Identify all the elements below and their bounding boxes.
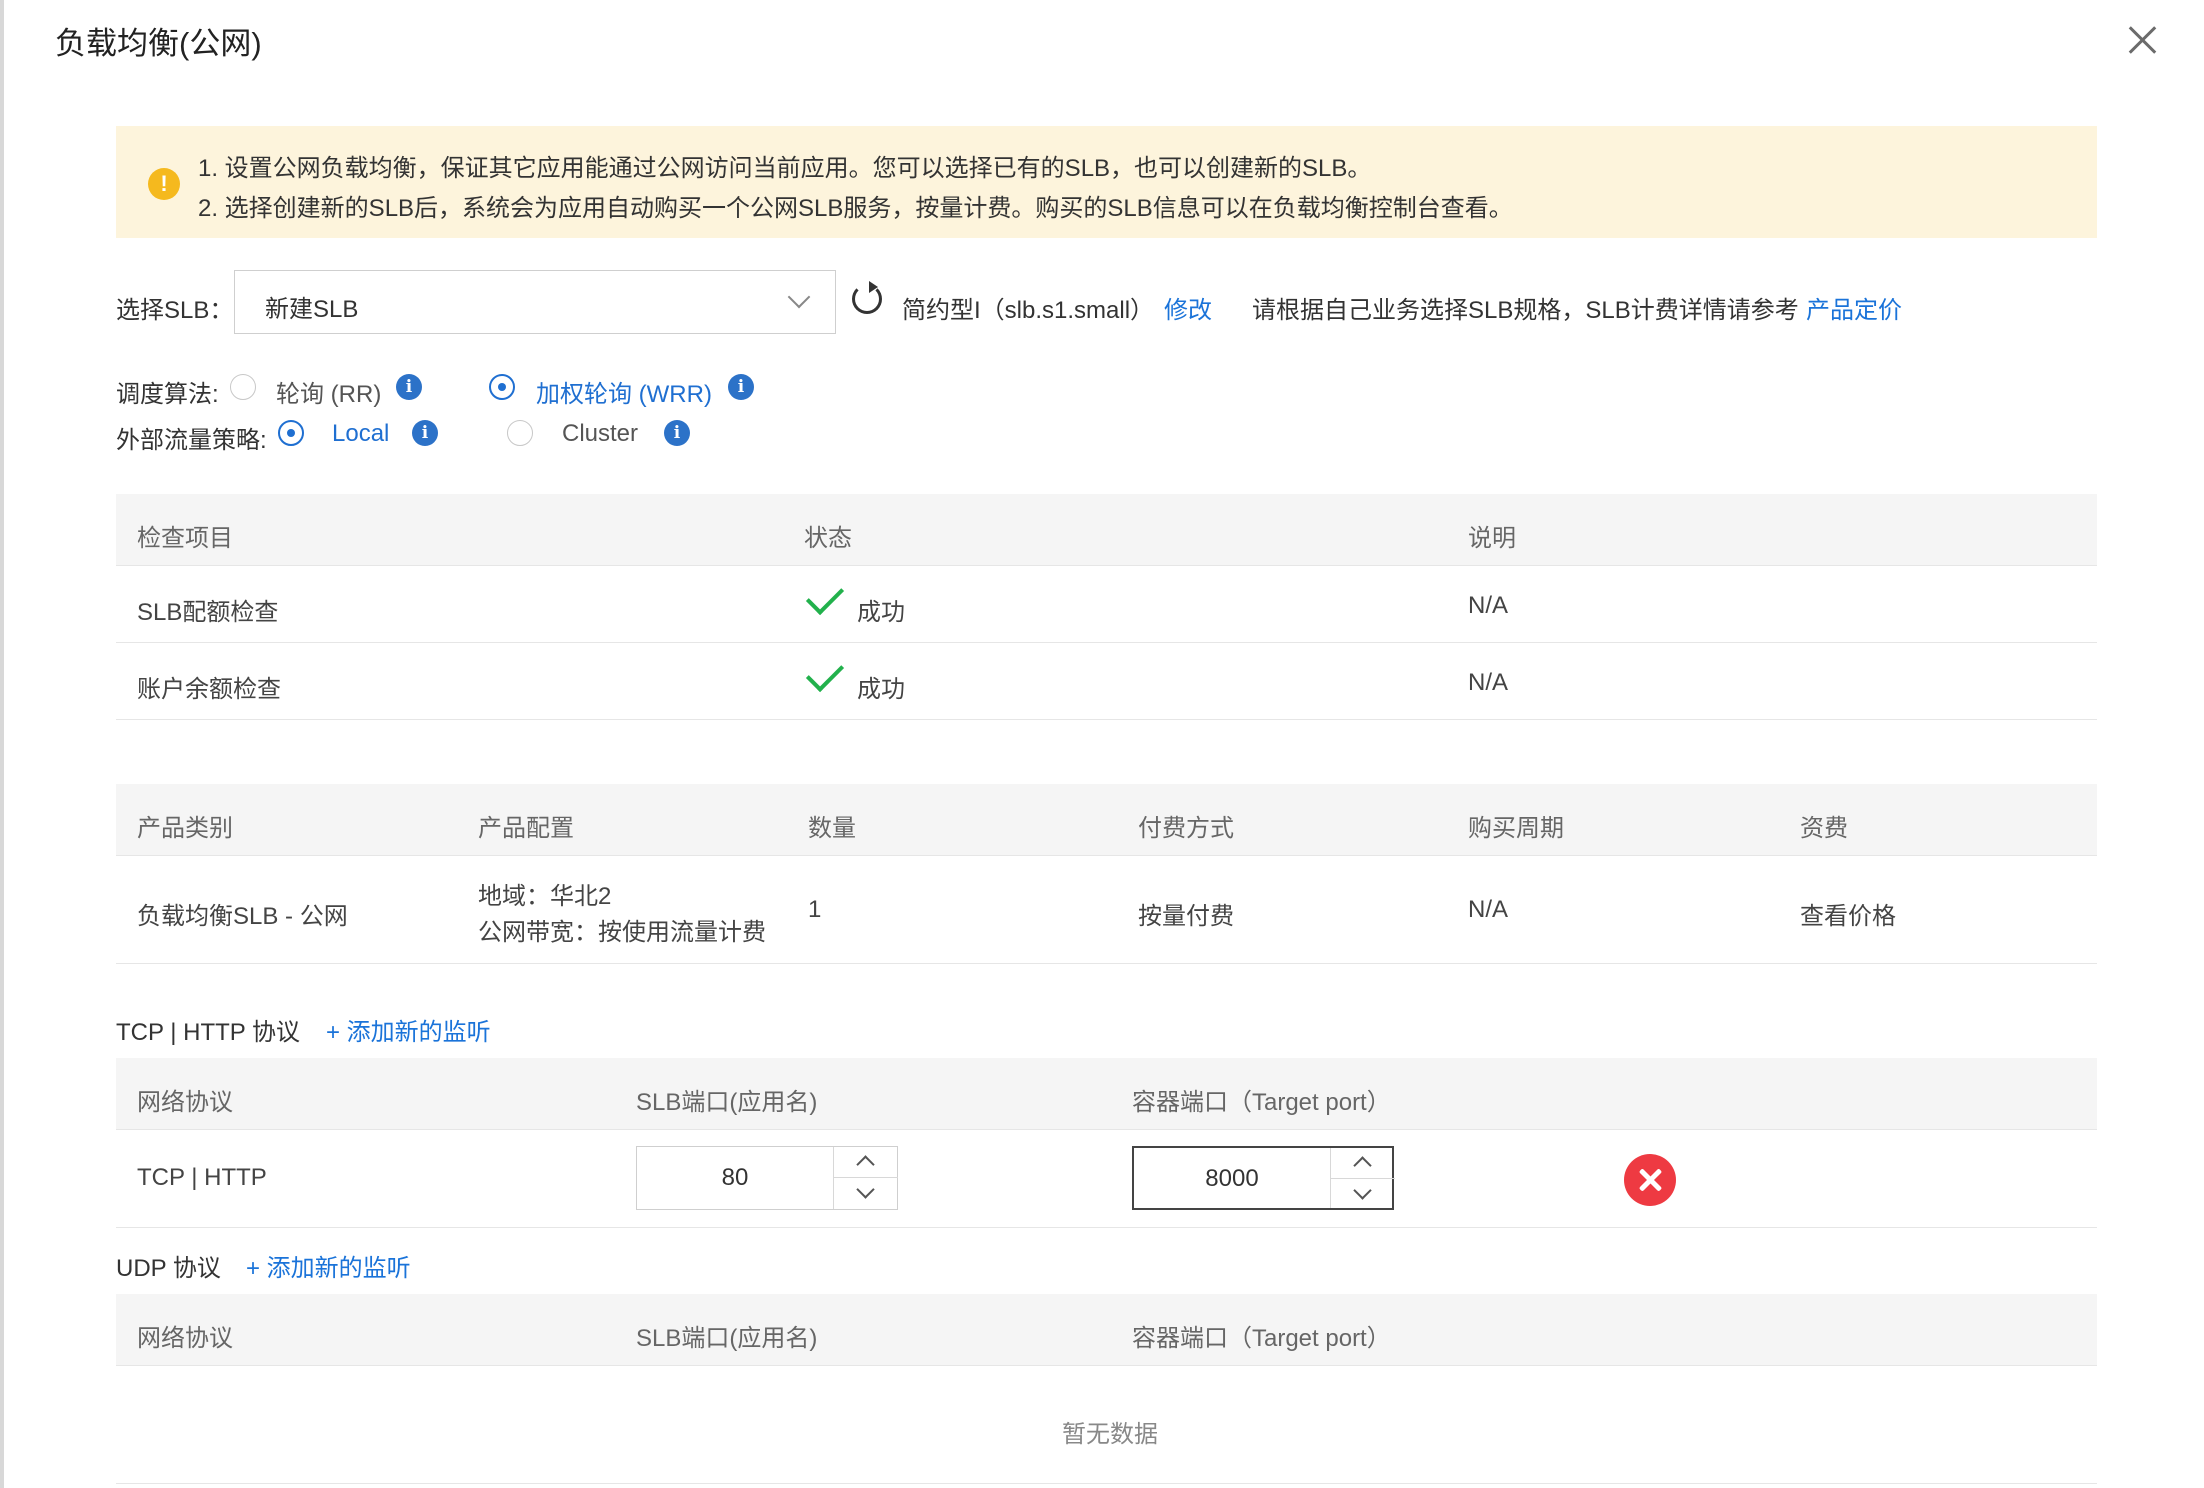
radio-rr-label: 轮询 (RR) xyxy=(276,381,382,408)
slb-select[interactable]: 新建SLB xyxy=(234,270,836,334)
check-item: SLB配额检查 xyxy=(137,599,279,626)
table-row: SLB配额检查 成功 N/A xyxy=(116,566,2097,643)
window-edge xyxy=(0,0,4,1488)
slb-port-stepper[interactable]: 80 xyxy=(636,1146,898,1210)
check-table: 检查项目 状态 说明 SLB配额检查 成功 N/A 账户余额检查 成功 N/A xyxy=(116,494,2097,720)
column-header: 检查项目 xyxy=(137,525,233,552)
check-note: N/A xyxy=(1468,592,1509,619)
column-header: 产品类别 xyxy=(137,815,233,842)
slb-select-label: 选择SLB： xyxy=(116,297,234,324)
column-header: SLB端口(应用名) xyxy=(636,1325,818,1352)
product-config-region: 地域：华北2 xyxy=(478,883,612,910)
product-quantity: 1 xyxy=(808,896,822,923)
pricing-link[interactable]: 产品定价 xyxy=(1806,290,1902,325)
notice-banner: ! 1. 设置公网负载均衡，保证其它应用能通过公网访问当前应用。您可以选择已有的… xyxy=(116,126,2097,238)
listener-protocol: TCP | HTTP xyxy=(137,1164,267,1191)
slb-port-input[interactable]: 80 xyxy=(637,1147,833,1209)
target-port-stepper[interactable]: 8000 xyxy=(1132,1146,1396,1210)
product-config-bandwidth: 公网带宽：按使用流量计费 xyxy=(478,919,766,946)
product-category: 负载均衡SLB - 公网 xyxy=(137,903,348,930)
product-payment: 按量付费 xyxy=(1138,903,1234,930)
column-header: 容器端口（Target port） xyxy=(1132,1325,1391,1352)
notice-line-1: 1. 设置公网负载均衡，保证其它应用能通过公网访问当前应用。您可以选择已有的SL… xyxy=(198,155,1372,182)
stepper-buttons xyxy=(833,1147,899,1209)
column-header: 说明 xyxy=(1468,525,1516,552)
column-header: 资费 xyxy=(1800,815,1848,842)
empty-row: 暂无数据 xyxy=(116,1366,2097,1484)
notice-line-2: 2. 选择创建新的SLB后，系统会为应用自动购买一个公网SLB服务，按量计费。购… xyxy=(198,195,1513,222)
radio-wrr-label: 加权轮询 (WRR) xyxy=(536,381,712,408)
slb-select-value: 新建SLB xyxy=(265,296,359,323)
check-icon xyxy=(805,653,845,693)
column-header: 网络协议 xyxy=(137,1325,233,1352)
radio-rr[interactable] xyxy=(230,374,256,400)
table-row: 账户余额检查 成功 N/A xyxy=(116,643,2097,720)
add-udp-listener-link[interactable]: + 添加新的监听 xyxy=(246,1248,411,1283)
column-header: 产品配置 xyxy=(478,815,574,842)
column-header: 容器端口（Target port） xyxy=(1132,1089,1391,1116)
check-status: 成功 xyxy=(857,599,905,626)
traffic-policy-label: 外部流量策略: xyxy=(116,427,267,454)
target-port-input[interactable]: 8000 xyxy=(1134,1148,1330,1208)
close-icon[interactable] xyxy=(2120,18,2164,62)
table-row: 负载均衡SLB - 公网 地域：华北2 公网带宽：按使用流量计费 1 按量付费 … xyxy=(116,856,2097,964)
tcp-table: 网络协议 SLB端口(应用名) 容器端口（Target port） TCP | … xyxy=(116,1058,2097,1230)
check-icon xyxy=(805,576,845,616)
table-header: 网络协议 SLB端口(应用名) 容器端口（Target port） xyxy=(116,1058,2097,1130)
column-header: 购买周期 xyxy=(1468,815,1564,842)
dialog-title: 负载均衡(公网) xyxy=(55,26,262,61)
radio-local[interactable] xyxy=(278,420,304,446)
decrement-button[interactable] xyxy=(1331,1179,1395,1210)
column-header: 数量 xyxy=(808,815,856,842)
increment-button[interactable] xyxy=(1331,1148,1395,1179)
stepper-buttons xyxy=(1330,1148,1396,1208)
table-header: 产品类别 产品配置 数量 付费方式 购买周期 资费 xyxy=(116,784,2097,856)
table-header: 检查项目 状态 说明 xyxy=(116,494,2097,566)
column-header: 网络协议 xyxy=(137,1089,233,1116)
add-tcp-listener-link[interactable]: + 添加新的监听 xyxy=(326,1012,491,1047)
table-header: 网络协议 SLB端口(应用名) 容器端口（Target port） xyxy=(116,1294,2097,1366)
slb-spec: 简约型I（slb.s1.small） xyxy=(902,297,1155,324)
refresh-icon[interactable] xyxy=(852,281,882,314)
info-icon[interactable]: i xyxy=(728,374,754,400)
check-item: 账户余额检查 xyxy=(137,676,281,703)
radio-cluster-label: Cluster xyxy=(562,420,639,447)
product-period: N/A xyxy=(1468,896,1509,923)
table-row: TCP | HTTP 80 8000 xyxy=(116,1130,2097,1228)
udp-table: 网络协议 SLB端口(应用名) 容器端口（Target port） 暂无数据 xyxy=(116,1294,2097,1484)
decrement-button[interactable] xyxy=(834,1178,898,1209)
empty-placeholder: 暂无数据 xyxy=(1062,1421,1158,1448)
column-header: 状态 xyxy=(804,525,852,552)
info-icon[interactable]: i xyxy=(396,374,422,400)
chevron-down-icon xyxy=(787,285,811,309)
scheduling-label: 调度算法: xyxy=(116,381,219,408)
tcp-section-title: TCP | HTTP 协议 xyxy=(116,1019,301,1046)
modify-spec-link[interactable]: 修改 xyxy=(1164,290,1212,325)
radio-wrr[interactable] xyxy=(489,374,515,400)
udp-section-title: UDP 协议 xyxy=(116,1255,221,1282)
increment-button[interactable] xyxy=(834,1147,898,1178)
info-icon[interactable]: i xyxy=(664,420,690,446)
column-header: SLB端口(应用名) xyxy=(636,1089,818,1116)
view-price-link[interactable]: 查看价格 xyxy=(1800,896,1896,931)
product-table: 产品类别 产品配置 数量 付费方式 购买周期 资费 负载均衡SLB - 公网 地… xyxy=(116,784,2097,964)
column-header: 付费方式 xyxy=(1138,815,1234,842)
slb-spec-hint: 请根据自己业务选择SLB规格，SLB计费详情请参考 xyxy=(1252,297,1799,324)
delete-listener-icon[interactable] xyxy=(1624,1154,1676,1206)
warning-icon: ! xyxy=(148,168,180,200)
check-note: N/A xyxy=(1468,669,1509,696)
radio-cluster[interactable] xyxy=(507,420,533,446)
radio-local-label: Local xyxy=(332,420,390,447)
check-status: 成功 xyxy=(857,676,905,703)
info-icon[interactable]: i xyxy=(412,420,438,446)
